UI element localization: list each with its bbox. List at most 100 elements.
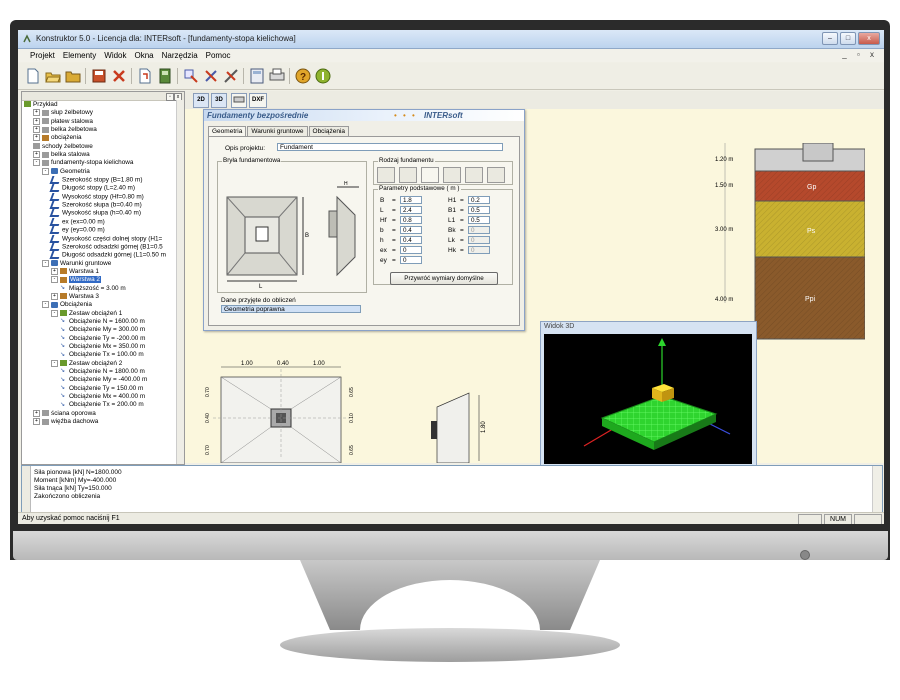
- tree-item[interactable]: ↘ Obciążenie N = 1800.00 m: [22, 368, 184, 376]
- tree-item[interactable]: ↘ Obciążenie N = 1600.00 m: [22, 318, 184, 326]
- view-3d-canvas[interactable]: [544, 334, 752, 464]
- view-3d-window[interactable]: Widok 3D: [540, 321, 757, 468]
- tree-item[interactable]: Wysokość stopy (Hf=0.80 m): [22, 192, 184, 201]
- collapse-icon[interactable]: -: [42, 301, 49, 309]
- project-description-input[interactable]: Fundament: [277, 143, 503, 151]
- menu-elementy[interactable]: Elementy: [59, 51, 100, 60]
- menu-widok[interactable]: Widok: [100, 51, 130, 60]
- tree-item[interactable]: - Zestaw obciążeń 2: [22, 359, 184, 368]
- tree-item[interactable]: - Geometria: [22, 167, 184, 176]
- maximize-button[interactable]: □: [840, 32, 856, 45]
- tree-item[interactable]: Przykład: [22, 101, 184, 109]
- print-view-button[interactable]: [231, 93, 247, 108]
- tab-obciazenia[interactable]: Obciążenia: [308, 126, 350, 136]
- param-input-b[interactable]: 1.8: [400, 196, 422, 204]
- collapse-icon[interactable]: -: [42, 259, 49, 267]
- expand-icon[interactable]: +: [51, 267, 58, 275]
- open-folder-icon[interactable]: [44, 67, 62, 85]
- minimize-button[interactable]: –: [822, 32, 838, 45]
- save-icon[interactable]: [90, 67, 108, 85]
- new-file-icon[interactable]: [24, 67, 42, 85]
- calculator-icon[interactable]: [248, 67, 266, 85]
- tree-item[interactable]: - Obciążenia: [22, 301, 184, 309]
- foundation-type-5[interactable]: [465, 167, 483, 183]
- tree-item[interactable]: ↘ Obciążenie Tx = 100.00 m: [22, 351, 184, 359]
- tree-item[interactable]: + Warstwa 1: [22, 267, 184, 276]
- tree-item[interactable]: ey (ey=0.00 m): [22, 226, 184, 235]
- dxf-export-button[interactable]: DXF: [249, 93, 267, 108]
- tree-item[interactable]: + ściana oporowa: [22, 409, 184, 418]
- tree-minimize-button[interactable]: ▫: [166, 93, 174, 101]
- tree-item[interactable]: ↘ Obciążenie My = -400.00 m: [22, 376, 184, 384]
- tree-item[interactable]: - Zestaw obciążeń 1: [22, 309, 184, 318]
- expand-icon[interactable]: +: [33, 126, 40, 134]
- view-2d-button[interactable]: 2D: [193, 93, 209, 108]
- tree-item[interactable]: schody żelbetowe: [22, 143, 184, 151]
- output-panel-handle[interactable]: [22, 466, 31, 512]
- tree-item[interactable]: ↘ Obciążenie Mx = 350.00 m: [22, 343, 184, 351]
- tree-item[interactable]: + belka stalowa: [22, 151, 184, 159]
- param-input-ey[interactable]: 0: [400, 256, 422, 264]
- tree-item[interactable]: Wysokość części dolnej stopy (H1=: [22, 234, 184, 243]
- param-input-hf[interactable]: 0.8: [400, 216, 422, 224]
- tree-item[interactable]: ↘ Miąższość = 3.00 m: [22, 285, 184, 293]
- delete-icon[interactable]: [110, 67, 128, 85]
- tree-item[interactable]: + belka żelbetowa: [22, 126, 184, 134]
- tree-item[interactable]: Szerokość odsadzki górnej (B1=0.5: [22, 242, 184, 251]
- export-icon[interactable]: [156, 67, 174, 85]
- output-scrollbar[interactable]: [872, 466, 882, 512]
- close-button[interactable]: x: [858, 32, 880, 45]
- tree-item[interactable]: Długość odsadzki górnej (L1=0.50 m: [22, 251, 184, 260]
- param-input-b[interactable]: 0.4: [400, 226, 422, 234]
- menu-narzedzia[interactable]: Narzędzia: [158, 51, 202, 60]
- collapse-icon[interactable]: -: [42, 167, 49, 175]
- tree-item[interactable]: Długość stopy (L=2.40 m): [22, 184, 184, 193]
- tree-item[interactable]: ↘ Obciążenie My = 300.00 m: [22, 326, 184, 334]
- collapse-icon[interactable]: -: [51, 276, 58, 284]
- tree-item[interactable]: - Warstwa 2: [22, 276, 184, 284]
- tree-item[interactable]: + więźba dachowa: [22, 418, 184, 426]
- tree-item[interactable]: + Warstwa 3: [22, 292, 184, 301]
- mdi-window-buttons[interactable]: _ ▫ x: [842, 50, 878, 59]
- help-icon[interactable]: ?: [294, 67, 312, 85]
- import-icon[interactable]: [136, 67, 154, 85]
- tree-item[interactable]: + płatew stalowa: [22, 117, 184, 126]
- expand-icon[interactable]: +: [33, 418, 40, 426]
- param-input-h[interactable]: 0.4: [400, 236, 422, 244]
- expand-icon[interactable]: +: [33, 117, 40, 125]
- expand-icon[interactable]: +: [33, 109, 40, 117]
- foundation-type-6[interactable]: [487, 167, 505, 183]
- expand-icon[interactable]: +: [33, 409, 40, 417]
- tree-item[interactable]: ↘ Obciążenie Mx = 400.00 m: [22, 393, 184, 401]
- tab-geometria[interactable]: Geometria: [208, 126, 247, 136]
- expand-icon[interactable]: +: [33, 151, 40, 159]
- tab-warunki-gruntowe[interactable]: Warunki gruntowe: [247, 126, 308, 136]
- tree-item[interactable]: Wysokość słupa (h=0.40 m): [22, 209, 184, 218]
- settings-icon[interactable]: [202, 67, 220, 85]
- tree-item[interactable]: ↘ Obciążenie Ty = 150.00 m: [22, 385, 184, 393]
- menu-okna[interactable]: Okna: [131, 51, 158, 60]
- tree-item[interactable]: + obciążenia: [22, 134, 184, 142]
- tree-item[interactable]: Szerokość słupa (b=0.40 m): [22, 201, 184, 210]
- param-input-l[interactable]: 2.4: [400, 206, 422, 214]
- tree-item[interactable]: - fundamenty-stopa kielichowa: [22, 159, 184, 167]
- tree-item[interactable]: - Warunki gruntowe: [22, 259, 184, 268]
- param-input-b1[interactable]: 0.5: [468, 206, 490, 214]
- foundation-type-3[interactable]: [421, 167, 439, 183]
- param-input-l1[interactable]: 0.5: [468, 216, 490, 224]
- collapse-icon[interactable]: -: [33, 159, 40, 167]
- expand-icon[interactable]: +: [51, 292, 58, 300]
- collapse-icon[interactable]: -: [51, 359, 58, 367]
- tools-icon[interactable]: [182, 67, 200, 85]
- foundation-type-4[interactable]: [443, 167, 461, 183]
- info-icon[interactable]: [314, 67, 332, 85]
- tree-item[interactable]: ↘ Obciążenie Tx = 200.00 m: [22, 401, 184, 409]
- tree-item[interactable]: ↘ Obciążenie Ty = -200.00 m: [22, 335, 184, 343]
- cut-tools-icon[interactable]: [222, 67, 240, 85]
- menu-projekt[interactable]: Projekt: [26, 51, 59, 60]
- param-input-ex[interactable]: 0: [400, 246, 422, 254]
- print-icon[interactable]: [268, 67, 286, 85]
- foundation-type-2[interactable]: [399, 167, 417, 183]
- tree-item[interactable]: Szerokość stopy (B=1.80 m): [22, 176, 184, 185]
- menu-pomoc[interactable]: Pomoc: [202, 51, 235, 60]
